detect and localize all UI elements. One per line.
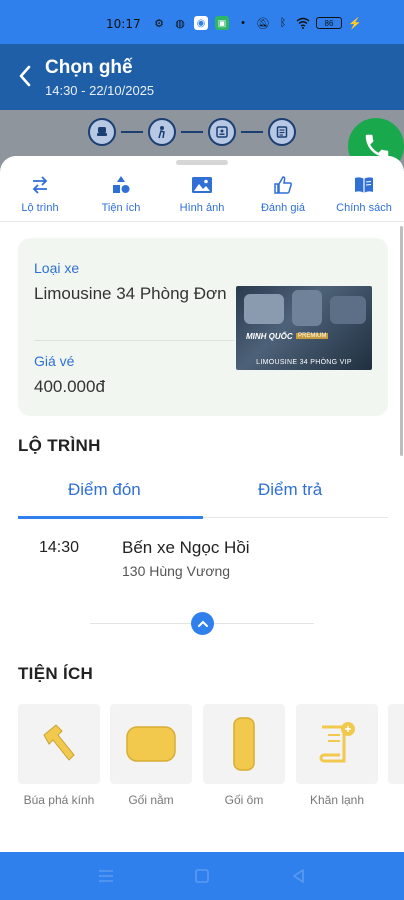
- card-divider: [34, 340, 234, 341]
- amenity-icon-box: [203, 704, 285, 784]
- back-arrow-icon[interactable]: [14, 62, 38, 90]
- amenity-item[interactable]: Gối ôm: [203, 704, 285, 807]
- image-icon: [192, 177, 212, 193]
- stop-time: 14:30: [39, 539, 80, 556]
- tab-dropoff[interactable]: Điểm trả: [258, 480, 322, 500]
- step-connector: [181, 131, 203, 133]
- settings-icon: ⚙: [154, 17, 164, 30]
- dot-icon: •: [241, 17, 245, 29]
- detail-tabs: Lộ trình Tiện ích Hình ảnh Đánh giá Chín…: [0, 174, 404, 220]
- pillow-icon: [126, 726, 176, 762]
- seat-shape: [292, 290, 322, 326]
- tab-reviews[interactable]: Đánh giá: [243, 174, 323, 214]
- status-time: 10:17: [106, 17, 141, 31]
- tab-amenities[interactable]: Tiện ích: [81, 174, 161, 214]
- towel-icon: [319, 722, 355, 763]
- tab-label: Lộ trình: [21, 202, 59, 214]
- tab-label: Đánh giá: [260, 202, 306, 214]
- amenities-list: Búa phá kính Gối nằm Gối ôm Khăn lạnh: [18, 704, 404, 814]
- thumbs-up-icon: [274, 176, 292, 194]
- app-icon: ◉: [194, 16, 208, 30]
- chevron-up-icon: [197, 620, 208, 627]
- collapse-button[interactable]: [191, 612, 214, 635]
- swap-arrows-icon: [32, 176, 48, 194]
- mute-icon: 🔕︎: [256, 17, 270, 30]
- vehicle-badge: PREMIUM: [296, 333, 329, 339]
- amenity-icon-box: [388, 704, 404, 784]
- amenity-item[interactable]: Gối nằm: [110, 704, 192, 807]
- seat-shape: [244, 294, 284, 324]
- system-nav-bar: [0, 852, 404, 900]
- hammer-icon: [43, 724, 75, 761]
- amenities-section-title: TIỆN ÍCH: [18, 664, 94, 683]
- tab-pickup[interactable]: Điểm đón: [68, 480, 141, 500]
- price-label: Giá vé: [34, 353, 75, 369]
- amenity-item[interactable]: Búa phá kính: [18, 704, 100, 807]
- page-title: Chọn ghế: [45, 57, 133, 78]
- tab-route[interactable]: Lộ trình: [0, 174, 80, 214]
- status-system-icons: 🔕︎ ᛒ 86 ⚡: [256, 16, 362, 30]
- tab-label: Chính sách: [336, 202, 392, 214]
- page-subtitle: 14:30 - 22/10/2025: [45, 83, 155, 98]
- tab-label: Tiện ích: [101, 202, 141, 214]
- amenity-label: Gối nằm: [128, 793, 174, 807]
- active-tab-indicator: [18, 516, 203, 519]
- tabs-divider: [0, 221, 404, 222]
- tab-underline: [203, 517, 388, 518]
- scrollbar[interactable]: [400, 226, 403, 456]
- vehicle-type-label: Loại xe: [34, 260, 80, 276]
- step-connector: [121, 131, 143, 133]
- price-value: 400.000đ: [34, 377, 105, 396]
- status-bar: 10:17 ⚙ ◍ ◉ ▣ • 🔕︎ ᛒ 86 ⚡: [0, 0, 404, 44]
- status-notification-icons: ⚙ ◍ ◉ ▣ •: [152, 16, 250, 30]
- wifi-icon: [296, 16, 310, 30]
- amenity-label: Khăn lạnh: [309, 793, 365, 807]
- amenity-icon-box: [296, 704, 378, 784]
- trip-details-sheet: Lộ trình Tiện ích Hình ảnh Đánh giá Chín…: [0, 156, 404, 852]
- vehicle-photo[interactable]: MINH QUỐC PREMIUM LIMOUSINE 34 PHÒNG VIP: [236, 286, 372, 370]
- amenity-icon-box: [110, 704, 192, 784]
- step-connector: [241, 131, 263, 133]
- vehicle-info-card: Loại xe Limousine 34 Phòng Đơn Giá vé 40…: [18, 238, 388, 416]
- route-section-title: LỘ TRÌNH: [18, 436, 101, 455]
- tab-images[interactable]: Hình ảnh: [162, 174, 242, 214]
- back-icon[interactable]: [290, 867, 308, 885]
- amenity-item[interactable]: Khăn lạnh: [296, 704, 378, 807]
- book-icon: [355, 177, 373, 193]
- route-stop-item[interactable]: 14:30 Bến xe Ngọc Hồi 130 Hùng Vương: [0, 536, 404, 586]
- vehicle-caption: LIMOUSINE 34 PHÒNG VIP: [256, 359, 352, 366]
- tab-label: Hình ảnh: [179, 202, 225, 214]
- sheet-drag-handle[interactable]: [176, 160, 228, 165]
- vehicle-type-value: Limousine 34 Phòng Đơn: [34, 284, 227, 303]
- stop-name: Bến xe Ngọc Hồi: [122, 538, 250, 557]
- messenger-icon: ◍: [175, 17, 185, 30]
- seat-shape: [330, 296, 366, 324]
- step-person-icon: [148, 118, 176, 146]
- amenity-item-partial[interactable]: [388, 704, 404, 784]
- amenity-label: Gối ôm: [224, 793, 264, 807]
- home-icon[interactable]: [193, 867, 211, 885]
- vehicle-brand: MINH QUỐC: [246, 332, 293, 341]
- app-header: Chọn ghế 14:30 - 22/10/2025: [0, 44, 404, 110]
- charging-icon: ⚡: [348, 17, 362, 30]
- tab-policy[interactable]: Chính sách: [324, 174, 404, 214]
- step-seat-icon: [88, 118, 116, 146]
- app-badge-icon: ▣: [215, 16, 229, 30]
- route-sub-tabs: Điểm đón Điểm trả: [18, 474, 388, 520]
- step-receipt-icon: [268, 118, 296, 146]
- bolster-pillow-icon: [233, 717, 255, 771]
- menu-icon[interactable]: [97, 867, 115, 885]
- booking-steps: [88, 118, 296, 146]
- battery-indicator: 86: [316, 17, 342, 29]
- bluetooth-icon: ᛒ: [279, 17, 287, 29]
- stop-address: 130 Hùng Vương: [122, 563, 231, 579]
- shapes-icon: [113, 176, 130, 193]
- amenity-label: Búa phá kính: [23, 793, 95, 807]
- step-id-card-icon: [208, 118, 236, 146]
- amenity-icon-box: [18, 704, 100, 784]
